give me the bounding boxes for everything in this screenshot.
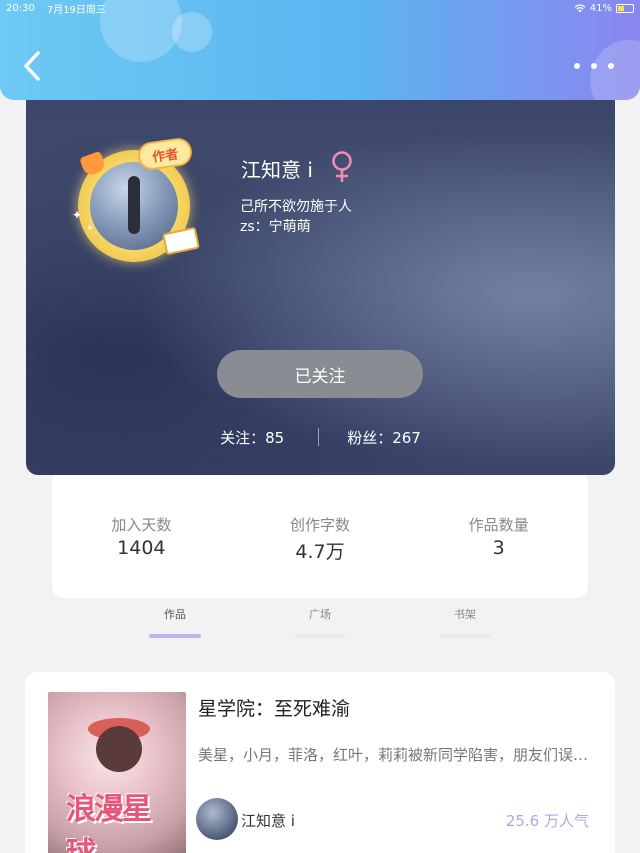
stat-value: 3 bbox=[492, 537, 505, 559]
followers-count[interactable]: 粉丝：267 bbox=[347, 427, 421, 448]
status-indicators: 41% bbox=[574, 3, 634, 14]
content-tabs: 作品 广场 书架 bbox=[0, 600, 640, 640]
cover-character-art bbox=[96, 726, 142, 772]
stat-join-days: 加入天数 1404 bbox=[52, 514, 231, 598]
top-header: 20:30 7月19日周三 41% bbox=[0, 0, 640, 100]
decorative-bubble bbox=[172, 12, 212, 52]
status-date: 7月19日周三 bbox=[46, 4, 106, 16]
following-count[interactable]: 关注：85 bbox=[220, 427, 284, 448]
author-badge: 作者 bbox=[136, 136, 194, 172]
tab-bookshelf[interactable]: 书架 bbox=[425, 606, 505, 638]
sparkle-icon: ✦ bbox=[72, 208, 83, 222]
user-zs: zs：宁萌萌 bbox=[240, 219, 311, 235]
follow-stats: 关注：85 粉丝：267 bbox=[26, 426, 615, 448]
book-popularity: 25.6 万人气 bbox=[505, 812, 589, 830]
sparkle-icon: ✦ bbox=[86, 224, 94, 234]
divider bbox=[318, 428, 320, 446]
tab-indicator bbox=[294, 634, 346, 638]
book-title[interactable]: 星学院：至死难渝 bbox=[198, 694, 350, 721]
user-bio: 己所不欲勿施于人 bbox=[240, 199, 352, 215]
stat-works-count: 作品数量 3 bbox=[409, 514, 588, 598]
tab-square[interactable]: 广场 bbox=[280, 606, 360, 638]
cover-title-art: 浪漫星球 bbox=[66, 792, 152, 853]
followed-button[interactable]: 已关注 bbox=[217, 350, 423, 398]
stat-label: 创作字数 bbox=[290, 516, 351, 534]
avatar-figure bbox=[128, 176, 140, 234]
tab-active-indicator bbox=[149, 634, 201, 638]
more-options-button[interactable] bbox=[574, 58, 614, 74]
stats-panel: 加入天数 1404 创作字数 4.7万 作品数量 3 bbox=[52, 470, 588, 598]
stat-label: 加入天数 bbox=[111, 516, 172, 534]
chevron-left-icon bbox=[24, 51, 40, 81]
more-dot-icon bbox=[574, 63, 580, 69]
status-time: 20:30 bbox=[6, 2, 35, 14]
tab-label: 广场 bbox=[309, 608, 331, 621]
more-dot-icon bbox=[591, 63, 597, 69]
user-name: 江知意 i bbox=[241, 158, 313, 182]
tab-label: 作品 bbox=[164, 608, 186, 621]
status-bar: 20:30 7月19日周三 41% bbox=[0, 0, 640, 16]
stat-label: 作品数量 bbox=[468, 516, 529, 534]
wifi-icon bbox=[574, 3, 586, 12]
profile-card: ✦ ✦ ✦ 作者 江知意 i 己所不欲勿施于人 zs：宁萌萌 已关注 关注：85… bbox=[26, 80, 615, 475]
stat-word-count: 创作字数 4.7万 bbox=[231, 514, 410, 598]
book-description: 美星，小月，菲洛，红叶，莉莉被新同学陷害，朋友们误会… bbox=[198, 746, 598, 764]
tab-label: 书架 bbox=[454, 608, 476, 621]
book-author-avatar[interactable] bbox=[196, 798, 238, 840]
tab-works[interactable]: 作品 bbox=[135, 606, 215, 638]
tab-indicator bbox=[439, 634, 491, 638]
book-author-name[interactable]: 江知意 i bbox=[241, 810, 295, 831]
stat-value: 4.7万 bbox=[295, 541, 345, 563]
female-gender-icon bbox=[332, 151, 352, 182]
book-card[interactable]: 浪漫星球 星学院：至死难渝 美星，小月，菲洛，红叶，莉莉被新同学陷害，朋友们误会… bbox=[25, 672, 615, 853]
avatar[interactable]: ✦ ✦ ✦ 作者 bbox=[68, 136, 200, 268]
battery-icon bbox=[616, 3, 634, 13]
book-cover[interactable]: 浪漫星球 bbox=[48, 692, 186, 853]
back-button[interactable] bbox=[18, 48, 46, 84]
stat-value: 1404 bbox=[117, 537, 166, 559]
more-dot-icon bbox=[608, 63, 614, 69]
battery-percent: 41% bbox=[589, 2, 612, 14]
